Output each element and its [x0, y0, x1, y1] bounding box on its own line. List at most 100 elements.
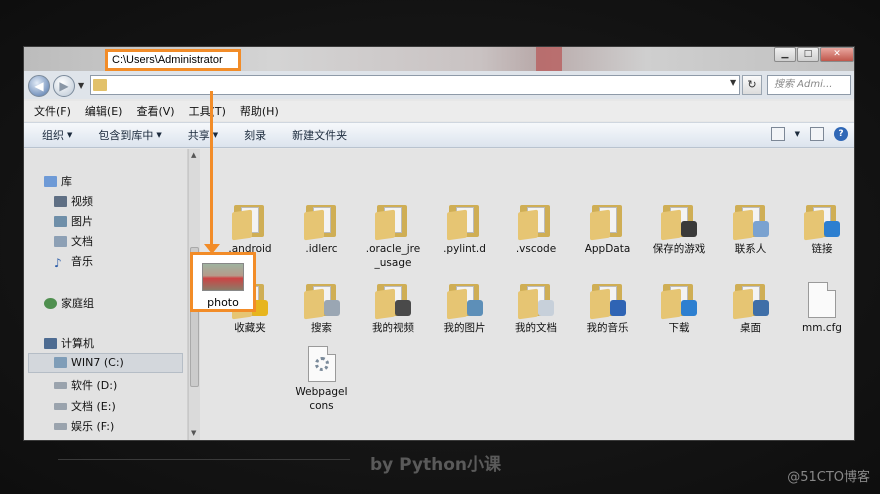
- file-label: WebpageIcons: [295, 386, 348, 412]
- include-label: 包含到库中: [98, 129, 154, 142]
- address-dropdown-icon[interactable]: ▼: [730, 78, 736, 87]
- file-label: 收藏夹: [234, 322, 266, 334]
- organize-button[interactable]: 组织 ▼: [42, 127, 72, 143]
- sidebar-item-videos[interactable]: 视频: [54, 193, 93, 209]
- file-item[interactable]: 桌面: [716, 282, 786, 335]
- file-label: AppData: [584, 243, 631, 255]
- downloads-folder-icon: [661, 282, 697, 320]
- file-item[interactable]: .oracle_jre_usage: [358, 203, 428, 270]
- sidebar-label: 娱乐 (F:): [71, 420, 115, 433]
- file-item[interactable]: .idlerc: [287, 203, 357, 256]
- refresh-button[interactable]: ↻: [742, 75, 762, 95]
- file-list: .android .idlerc .oracle_jre_usage .pylint.…: [202, 149, 854, 440]
- video-icon: [54, 195, 67, 207]
- content-area: 库 视频 图片 文档 ♪ 音乐 家庭组 计算机 WIN7 (C:) 软件 (D:…: [24, 149, 854, 440]
- file-item[interactable]: .android: [215, 203, 285, 256]
- forward-button[interactable]: ▶: [53, 75, 75, 97]
- file-label: 搜索: [311, 322, 332, 334]
- photo-file-highlight[interactable]: photo: [190, 252, 256, 312]
- file-item[interactable]: 链接: [787, 203, 854, 256]
- include-in-library-button[interactable]: 包含到库中 ▼: [98, 127, 161, 143]
- burn-button[interactable]: 刻录: [244, 127, 266, 143]
- menu-view[interactable]: 查看(V): [136, 103, 174, 119]
- documents-folder-icon: [518, 282, 554, 320]
- sidebar-label: 家庭组: [61, 297, 94, 310]
- file-item[interactable]: AppData: [573, 203, 643, 256]
- sidebar-label: 音乐: [71, 255, 93, 268]
- view-controls: ▼ ?: [770, 127, 848, 141]
- file-label: photo: [207, 296, 239, 309]
- change-view-icon[interactable]: [770, 127, 785, 141]
- sidebar-item-drive-e[interactable]: 文档 (E:): [54, 398, 116, 414]
- back-arrow-icon: ◀: [34, 79, 44, 93]
- background-blur: [536, 47, 562, 71]
- share-button[interactable]: 共享 ▼: [188, 127, 218, 143]
- menu-edit[interactable]: 编辑(E): [85, 103, 123, 119]
- chevron-down-icon[interactable]: ▼: [795, 130, 800, 138]
- file-item[interactable]: .vscode: [501, 203, 571, 256]
- file-item[interactable]: 我的图片: [430, 282, 500, 335]
- recent-pages-dropdown-icon[interactable]: ▼: [78, 81, 84, 90]
- file-item[interactable]: 我的音乐: [573, 282, 643, 335]
- folder-icon: [375, 203, 411, 241]
- sidebar-item-computer[interactable]: 计算机: [44, 335, 94, 351]
- sidebar-item-homegroup[interactable]: 家庭组: [44, 295, 94, 311]
- video-caption: by Python小课: [370, 455, 502, 475]
- sidebar-item-documents[interactable]: 文档: [54, 233, 93, 249]
- contacts-folder-icon: [732, 203, 769, 241]
- sidebar-label: 图片: [71, 215, 93, 228]
- saved-games-folder-icon: [661, 203, 697, 241]
- picture-icon: [54, 215, 67, 227]
- file-label: .idlerc: [305, 243, 338, 255]
- menu-file[interactable]: 文件(F): [34, 103, 71, 119]
- library-icon: [44, 175, 57, 187]
- organize-label: 组织: [42, 129, 64, 142]
- preview-pane-icon[interactable]: [810, 127, 824, 141]
- sidebar-label: 软件 (D:): [71, 379, 118, 392]
- file-label: .oracle_jre_usage: [365, 243, 421, 269]
- file-item[interactable]: 我的文档: [501, 282, 571, 335]
- back-button[interactable]: ◀: [28, 75, 50, 97]
- file-label: 我的音乐: [586, 322, 629, 334]
- sidebar-label: 文档 (E:): [71, 400, 116, 413]
- address-path-highlight[interactable]: C:\Users\Administrator: [105, 49, 241, 71]
- file-item[interactable]: .pylint.d: [430, 203, 500, 256]
- menu-tools[interactable]: 工具(T): [189, 103, 226, 119]
- file-item[interactable]: mm.cfg: [787, 282, 854, 335]
- desktop-folder-icon: [732, 282, 769, 320]
- sidebar-item-drive-d[interactable]: 软件 (D:): [54, 377, 117, 393]
- help-icon[interactable]: ?: [834, 127, 848, 141]
- file-item[interactable]: 下载: [644, 282, 714, 335]
- music-folder-icon: [589, 282, 626, 320]
- scroll-down-icon[interactable]: ▼: [191, 429, 196, 437]
- folder-icon: [232, 203, 268, 241]
- maximize-button[interactable]: □: [797, 47, 819, 62]
- minimize-button[interactable]: ▁: [774, 47, 796, 62]
- chevron-down-icon: ▼: [67, 131, 73, 139]
- file-item[interactable]: 搜索: [287, 282, 357, 335]
- sidebar-item-drive-f[interactable]: 娱乐 (F:): [54, 418, 114, 434]
- sidebar-item-music[interactable]: ♪ 音乐: [54, 253, 93, 270]
- file-item[interactable]: 我的视频: [358, 282, 428, 335]
- address-bar[interactable]: [90, 75, 740, 95]
- file-item[interactable]: 保存的游戏: [644, 203, 714, 256]
- file-label: .vscode: [515, 243, 557, 255]
- file-label: 我的文档: [515, 322, 557, 334]
- file-item[interactable]: 联系人: [716, 203, 786, 256]
- gear-icon: [314, 357, 329, 371]
- new-folder-button[interactable]: 新建文件夹: [292, 127, 347, 143]
- computer-icon: [44, 337, 57, 349]
- menu-help[interactable]: 帮助(H): [240, 103, 279, 119]
- search-input[interactable]: 搜索 Admi...: [767, 75, 851, 95]
- sidebar-label: 计算机: [61, 337, 94, 350]
- sidebar-item-library[interactable]: 库: [44, 173, 72, 189]
- drive-icon: [54, 422, 67, 430]
- settings-file-icon: [307, 346, 336, 382]
- close-button[interactable]: ✕: [820, 47, 854, 62]
- sidebar-item-drive-c[interactable]: WIN7 (C:): [54, 356, 124, 369]
- scroll-up-icon[interactable]: ▲: [191, 151, 196, 159]
- drive-icon: [54, 357, 67, 368]
- drive-icon: [54, 402, 67, 410]
- file-item[interactable]: WebpageIcons: [287, 346, 357, 413]
- sidebar-item-pictures[interactable]: 图片: [54, 213, 93, 229]
